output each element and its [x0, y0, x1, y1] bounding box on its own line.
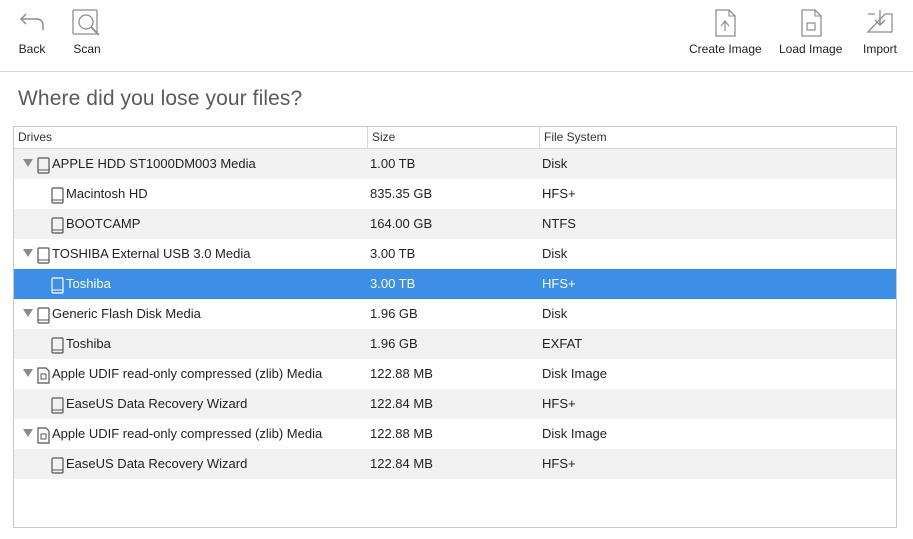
create-image-label: Create Image: [689, 42, 762, 56]
table-row[interactable]: EaseUS Data Recovery Wizard 122.84 MB HFS+: [14, 449, 896, 479]
scan-label: Scan: [73, 42, 101, 56]
drive-name: TOSHIBA External USB 3.0 Media: [52, 246, 251, 261]
size-cell: 122.84 MB: [370, 396, 433, 411]
size-cell: 164.00 GB: [370, 216, 433, 231]
table-row[interactable]: Apple UDIF read-only compressed (zlib) M…: [14, 359, 896, 389]
size-cell: 1.96 GB: [370, 336, 418, 351]
size-cell: 3.00 TB: [370, 246, 416, 261]
file-system-cell: HFS+: [542, 396, 576, 411]
back-label: Back: [18, 42, 46, 56]
partition-icon: [51, 455, 64, 485]
drive-name: Toshiba: [66, 336, 111, 351]
table-row[interactable]: EaseUS Data Recovery Wizard 122.84 MB HFS+: [14, 389, 896, 419]
disclosure-triangle-icon[interactable]: [23, 249, 33, 257]
back-arrow-icon: [19, 13, 44, 30]
drive-cell: Apple UDIF read-only compressed (zlib) M…: [14, 419, 367, 449]
table-row[interactable]: Generic Flash Disk Media 1.96 GB Disk: [14, 299, 896, 329]
disclosure-triangle-icon[interactable]: [23, 159, 33, 167]
create-image-icon: [715, 9, 736, 37]
table-row[interactable]: Toshiba 3.00 TB HFS+: [14, 269, 896, 299]
table-row[interactable]: APPLE HDD ST1000DM003 Media 1.00 TB Disk: [14, 149, 896, 179]
file-system-cell: HFS+: [542, 456, 576, 471]
column-header-file-system[interactable]: File System: [539, 127, 896, 149]
size-cell: 122.88 MB: [370, 366, 433, 381]
table-row[interactable]: TOSHIBA External USB 3.0 Media 3.00 TB Dis…: [14, 239, 896, 269]
size-cell: 1.96 GB: [370, 306, 418, 321]
file-system-cell: Disk: [542, 156, 568, 171]
drive-cell: Apple UDIF read-only compressed (zlib) M…: [14, 359, 367, 389]
drive-name: EaseUS Data Recovery Wizard: [66, 456, 248, 471]
page-title: Where did you lose your files?: [18, 87, 303, 110]
file-system-cell: Disk: [542, 306, 568, 321]
file-system-cell: EXFAT: [542, 336, 583, 351]
table-body: APPLE HDD ST1000DM003 Media 1.00 TB Disk Ma…: [14, 149, 896, 479]
drive-name: BOOTCAMP: [66, 216, 141, 231]
drive-name: APPLE HDD ST1000DM003 Media: [52, 156, 256, 171]
drive-cell: Macintosh HD: [14, 179, 367, 209]
table-row[interactable]: Toshiba 1.96 GB EXFAT: [14, 329, 896, 359]
drive-cell: APPLE HDD ST1000DM003 Media: [14, 149, 367, 179]
load-image-icon: [801, 9, 822, 37]
file-system-cell: HFS+: [542, 186, 576, 201]
table-row[interactable]: Apple UDIF read-only compressed (zlib) M…: [14, 419, 896, 449]
create-image-button[interactable]: Create Image: [689, 8, 762, 56]
file-system-cell: Disk: [542, 246, 568, 261]
table-header: Drives Size File System: [14, 127, 896, 149]
drive-cell: TOSHIBA External USB 3.0 Media: [14, 239, 367, 269]
disclosure-triangle-icon[interactable]: [23, 429, 33, 437]
import-icon: [866, 10, 893, 33]
drive-cell: EaseUS Data Recovery Wizard: [14, 389, 367, 419]
drive-cell: BOOTCAMP: [14, 209, 367, 239]
drives-table: Drives Size File System APPLE HDD ST1000…: [13, 126, 897, 528]
file-system-cell: Disk Image: [542, 366, 608, 381]
drive-name: Macintosh HD: [66, 186, 148, 201]
file-system-cell: Disk Image: [542, 426, 608, 441]
disclosure-triangle-icon[interactable]: [23, 369, 33, 377]
import-label: Import: [863, 42, 898, 56]
drive-cell: EaseUS Data Recovery Wizard: [14, 449, 367, 479]
column-header-drives[interactable]: Drives: [14, 127, 367, 149]
table-row[interactable]: BOOTCAMP 164.00 GB NTFS: [14, 209, 896, 239]
size-cell: 835.35 GB: [370, 186, 433, 201]
scan-icon: [72, 9, 100, 36]
drive-name: Generic Flash Disk Media: [52, 306, 201, 321]
size-cell: 1.00 TB: [370, 156, 416, 171]
file-system-cell: HFS+: [542, 276, 576, 291]
disclosure-triangle-icon[interactable]: [23, 309, 33, 317]
drive-cell: Toshiba: [14, 269, 367, 299]
toolbar: Back Scan Create Image Load Image Import: [0, 0, 913, 72]
size-cell: 122.84 MB: [370, 456, 433, 471]
table-row[interactable]: Macintosh HD 835.35 GB HFS+: [14, 179, 896, 209]
size-cell: 122.88 MB: [370, 426, 433, 441]
scan-button[interactable]: Scan: [71, 8, 103, 56]
drive-cell: Generic Flash Disk Media: [14, 299, 367, 329]
file-system-cell: NTFS: [542, 216, 576, 231]
drive-name: Toshiba: [66, 276, 111, 291]
back-button[interactable]: Back: [17, 8, 47, 56]
size-cell: 3.00 TB: [370, 276, 416, 291]
drive-name: Apple UDIF read-only compressed (zlib) M…: [52, 426, 323, 441]
drive-name: Apple UDIF read-only compressed (zlib) M…: [52, 366, 323, 381]
load-image-label: Load Image: [779, 42, 843, 56]
load-image-button[interactable]: Load Image: [779, 8, 842, 56]
import-button[interactable]: Import: [863, 8, 897, 56]
drive-name: EaseUS Data Recovery Wizard: [66, 396, 248, 411]
column-header-size[interactable]: Size: [367, 127, 539, 149]
drive-cell: Toshiba: [14, 329, 367, 359]
